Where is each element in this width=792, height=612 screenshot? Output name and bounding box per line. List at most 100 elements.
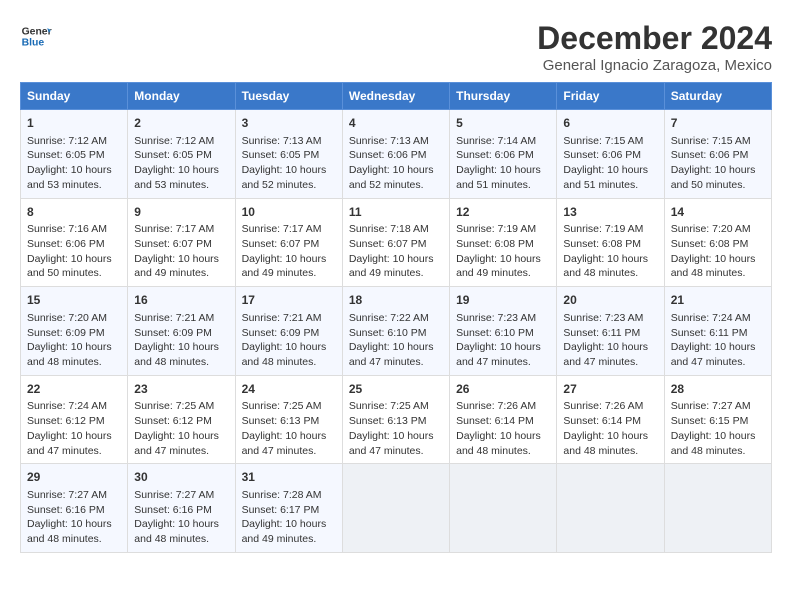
calendar-cell: 10Sunrise: 7:17 AMSunset: 6:07 PMDayligh…	[235, 198, 342, 287]
sunset: Sunset: 6:09 PM	[242, 327, 320, 339]
day-number: 19	[456, 292, 550, 309]
sunset: Sunset: 6:07 PM	[134, 238, 212, 250]
sunset: Sunset: 6:06 PM	[671, 149, 749, 161]
calendar-cell: 25Sunrise: 7:25 AMSunset: 6:13 PMDayligh…	[342, 375, 449, 464]
day-number: 5	[456, 115, 550, 132]
sunrise: Sunrise: 7:27 AM	[134, 489, 214, 501]
day-number: 26	[456, 381, 550, 398]
sunrise: Sunrise: 7:23 AM	[456, 312, 536, 324]
header-day-sunday: Sunday	[21, 83, 128, 110]
sunset: Sunset: 6:10 PM	[456, 327, 534, 339]
daylight: Daylight: 10 hours and 48 minutes.	[563, 430, 648, 457]
sunset: Sunset: 6:05 PM	[242, 149, 320, 161]
calendar-cell	[450, 464, 557, 553]
sunset: Sunset: 6:06 PM	[456, 149, 534, 161]
calendar-week-5: 29Sunrise: 7:27 AMSunset: 6:16 PMDayligh…	[21, 464, 772, 553]
daylight: Daylight: 10 hours and 51 minutes.	[456, 164, 541, 191]
sunset: Sunset: 6:14 PM	[563, 415, 641, 427]
day-number: 27	[563, 381, 657, 398]
header-day-thursday: Thursday	[450, 83, 557, 110]
sunrise: Sunrise: 7:23 AM	[563, 312, 643, 324]
day-number: 17	[242, 292, 336, 309]
day-number: 6	[563, 115, 657, 132]
svg-text:General: General	[22, 26, 52, 37]
sunset: Sunset: 6:13 PM	[349, 415, 427, 427]
calendar-cell: 19 Sunrise: 7:23 AM Sunset: 6:10 PM Dayligh…	[450, 287, 557, 376]
calendar-cell: 21Sunrise: 7:24 AMSunset: 6:11 PMDayligh…	[664, 287, 771, 376]
calendar-cell: 22Sunrise: 7:24 AMSunset: 6:12 PMDayligh…	[21, 375, 128, 464]
sunset: Sunset: 6:09 PM	[134, 327, 212, 339]
sunrise: Sunrise: 7:17 AM	[242, 223, 322, 235]
day-number: 4	[349, 115, 443, 132]
day-number: 9	[134, 204, 228, 221]
calendar-cell: 16Sunrise: 7:21 AMSunset: 6:09 PMDayligh…	[128, 287, 235, 376]
daylight: Daylight: 10 hours and 48 minutes.	[134, 341, 219, 368]
day-number: 21	[671, 292, 765, 309]
day-number: 8	[27, 204, 121, 221]
sunrise: Sunrise: 7:20 AM	[671, 223, 751, 235]
calendar-cell: 31Sunrise: 7:28 AMSunset: 6:17 PMDayligh…	[235, 464, 342, 553]
daylight: Daylight: 10 hours and 52 minutes.	[349, 164, 434, 191]
sunset: Sunset: 6:07 PM	[242, 238, 320, 250]
calendar-cell: 27Sunrise: 7:26 AMSunset: 6:14 PMDayligh…	[557, 375, 664, 464]
day-number: 7	[671, 115, 765, 132]
calendar-cell: 3Sunrise: 7:13 AMSunset: 6:05 PMDaylight…	[235, 110, 342, 199]
day-number: 15	[27, 292, 121, 309]
sunrise: Sunrise: 7:26 AM	[456, 400, 536, 412]
sunrise: Sunrise: 7:22 AM	[349, 312, 429, 324]
day-number: 30	[134, 469, 228, 486]
sunrise: Sunrise: 7:27 AM	[27, 489, 107, 501]
calendar-table: SundayMondayTuesdayWednesdayThursdayFrid…	[20, 82, 772, 553]
daylight: Daylight: 10 hours and 49 minutes.	[134, 253, 219, 280]
sunset: Sunset: 6:14 PM	[456, 415, 534, 427]
calendar-cell: 20Sunrise: 7:23 AMSunset: 6:11 PMDayligh…	[557, 287, 664, 376]
header-day-wednesday: Wednesday	[342, 83, 449, 110]
day-number: 11	[349, 204, 443, 221]
sunset: Sunset: 6:06 PM	[563, 149, 641, 161]
sunrise: Sunrise: 7:18 AM	[349, 223, 429, 235]
calendar-week-1: 1 Sunrise: 7:12 AM Sunset: 6:05 PM Daylight…	[21, 110, 772, 199]
daylight: Daylight: 10 hours and 48 minutes.	[563, 253, 648, 280]
day-number: 25	[349, 381, 443, 398]
sunrise: Sunrise: 7:20 AM	[27, 312, 107, 324]
sunset: Sunset: 6:10 PM	[349, 327, 427, 339]
daylight: Daylight: 10 hours and 48 minutes.	[27, 341, 112, 368]
daylight: Daylight: 10 hours and 49 minutes.	[349, 253, 434, 280]
day-number: 1	[27, 115, 121, 132]
sunrise: Sunrise: 7:24 AM	[27, 400, 107, 412]
daylight: Daylight: 10 hours and 53 minutes.	[134, 164, 219, 191]
sunrise: Sunrise: 7:25 AM	[349, 400, 429, 412]
calendar-cell: 17Sunrise: 7:21 AMSunset: 6:09 PMDayligh…	[235, 287, 342, 376]
sunrise: Sunrise: 7:28 AM	[242, 489, 322, 501]
calendar-cell: 29Sunrise: 7:27 AMSunset: 6:16 PMDayligh…	[21, 464, 128, 553]
daylight: Daylight: 10 hours and 48 minutes.	[242, 341, 327, 368]
calendar-cell: 8Sunrise: 7:16 AMSunset: 6:06 PMDaylight…	[21, 198, 128, 287]
svg-text:Blue: Blue	[22, 38, 45, 49]
sunrise: Sunrise: 7:12 AM	[27, 135, 107, 147]
day-number: 22	[27, 381, 121, 398]
calendar-cell: 6Sunrise: 7:15 AMSunset: 6:06 PMDaylight…	[557, 110, 664, 199]
calendar-cell: 13Sunrise: 7:19 AMSunset: 6:08 PMDayligh…	[557, 198, 664, 287]
calendar-cell: 4Sunrise: 7:13 AMSunset: 6:06 PMDaylight…	[342, 110, 449, 199]
calendar-cell: 24Sunrise: 7:25 AMSunset: 6:13 PMDayligh…	[235, 375, 342, 464]
sunset: Sunset: 6:11 PM	[671, 327, 748, 339]
daylight: Daylight: 10 hours and 53 minutes.	[27, 164, 112, 191]
sunset: Sunset: 6:06 PM	[349, 149, 427, 161]
daylight: Daylight: 10 hours and 48 minutes.	[134, 518, 219, 545]
sunset: Sunset: 6:12 PM	[27, 415, 105, 427]
daylight: Daylight: 10 hours and 47 minutes.	[134, 430, 219, 457]
header-day-friday: Friday	[557, 83, 664, 110]
calendar-cell: 23Sunrise: 7:25 AMSunset: 6:12 PMDayligh…	[128, 375, 235, 464]
calendar-cell: 12Sunrise: 7:19 AMSunset: 6:08 PMDayligh…	[450, 198, 557, 287]
sunset: Sunset: 6:06 PM	[27, 238, 105, 250]
daylight: Daylight: 10 hours and 47 minutes.	[242, 430, 327, 457]
calendar-week-2: 8Sunrise: 7:16 AMSunset: 6:06 PMDaylight…	[21, 198, 772, 287]
day-number: 13	[563, 204, 657, 221]
day-number: 20	[563, 292, 657, 309]
daylight: Daylight: 10 hours and 47 minutes.	[456, 341, 541, 368]
sunset: Sunset: 6:13 PM	[242, 415, 320, 427]
calendar-cell: 9Sunrise: 7:17 AMSunset: 6:07 PMDaylight…	[128, 198, 235, 287]
calendar-header-row: SundayMondayTuesdayWednesdayThursdayFrid…	[21, 83, 772, 110]
day-number: 10	[242, 204, 336, 221]
sunset: Sunset: 6:17 PM	[242, 504, 320, 516]
